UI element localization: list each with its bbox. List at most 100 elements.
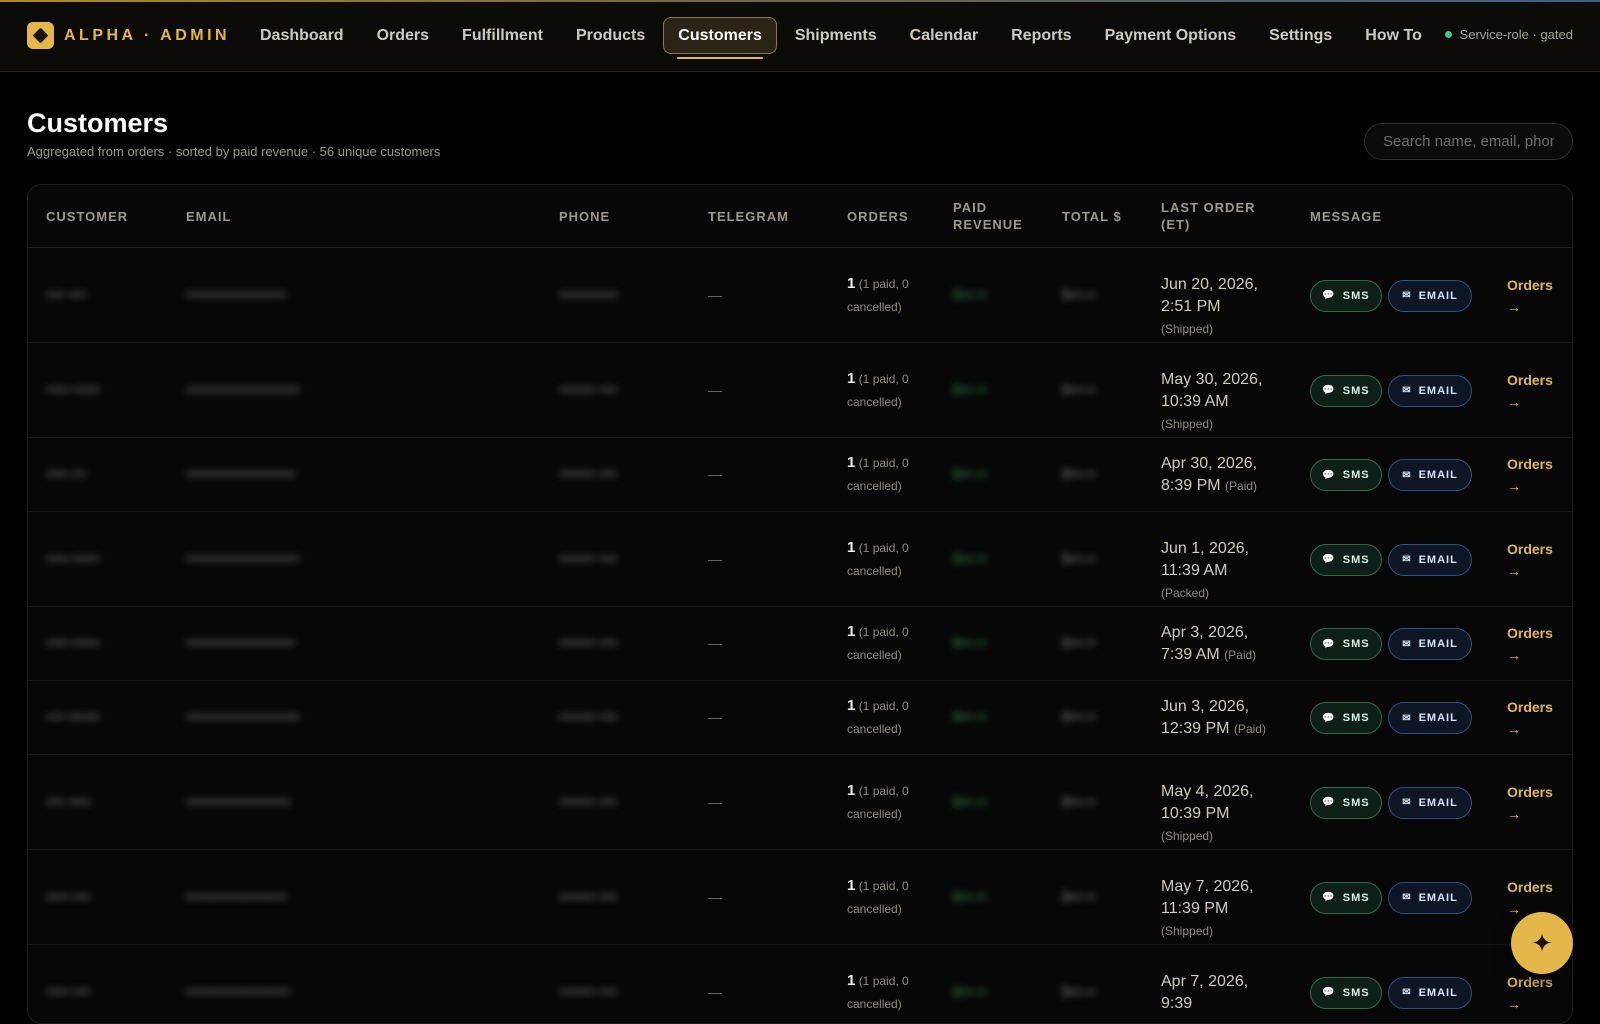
arrow-right-icon: → — [1507, 995, 1521, 1012]
sms-button[interactable]: 💬 SMS — [1310, 374, 1382, 407]
sms-button[interactable]: 💬 SMS — [1310, 543, 1382, 576]
orders-link-label: Orders — [1507, 276, 1553, 293]
column-header-phone[interactable]: PHONE — [559, 208, 610, 225]
sms-button[interactable]: 💬 SMS — [1310, 881, 1382, 914]
email-button[interactable]: ✉ EMAIL — [1388, 628, 1472, 660]
sms-button[interactable]: 💬 SMS — [1310, 976, 1382, 1009]
email-button[interactable]: ✉ EMAIL — [1388, 543, 1472, 576]
column-header-email[interactable]: EMAIL — [186, 208, 231, 225]
column-header-paid-revenue[interactable]: PAID REVENUE — [953, 199, 1033, 233]
email-button[interactable]: ✉ EMAIL — [1388, 702, 1472, 734]
email-button[interactable]: ✉ EMAIL — [1388, 976, 1472, 1009]
email-button[interactable]: ✉ EMAIL — [1388, 279, 1472, 312]
customer-telegram: — — [708, 635, 722, 651]
sms-button[interactable]: 💬 SMS — [1310, 786, 1382, 819]
orders-link[interactable]: Orders → — [1507, 538, 1553, 582]
sms-button[interactable]: 💬 SMS — [1310, 702, 1382, 734]
nav-item-settings[interactable]: Settings — [1254, 17, 1347, 54]
table-row[interactable]: •••• •••• •••••••••••••••••••••• •••••••… — [28, 248, 1572, 343]
orders-summary: 1 (1 paid, 0 cancelled) — [847, 874, 937, 921]
customer-name[interactable]: •••• •••• — [46, 287, 86, 302]
envelope-icon: ✉ — [1402, 712, 1412, 724]
nav-item-how-to[interactable]: How To — [1350, 17, 1437, 54]
customer-name[interactable]: ••••• •••••• — [46, 635, 100, 650]
orders-link[interactable]: Orders → — [1507, 696, 1553, 740]
sms-label: SMS — [1342, 289, 1370, 302]
orders-link[interactable]: Orders → — [1507, 971, 1553, 1015]
orders-link[interactable]: Orders → — [1507, 274, 1553, 318]
envelope-icon: ✉ — [1402, 554, 1412, 565]
sms-label: SMS — [1342, 469, 1370, 481]
customer-telegram: — — [708, 381, 722, 398]
table-row[interactable]: ••••• •••••• ••••••••••••••••••••••••• •… — [28, 343, 1572, 438]
customer-name[interactable]: ••••• •••••• — [46, 551, 100, 566]
column-header-customer[interactable]: CUSTOMER — [46, 208, 128, 225]
sms-button[interactable]: 💬 SMS — [1310, 628, 1382, 660]
envelope-icon: ✉ — [1402, 797, 1412, 808]
nav-item-shipments[interactable]: Shipments — [780, 17, 892, 54]
email-button[interactable]: ✉ EMAIL — [1388, 459, 1472, 491]
customer-email: ••••••••••••••••••••••••• — [186, 550, 300, 566]
arrow-right-icon: → — [1507, 805, 1521, 822]
orders-link[interactable]: Orders → — [1507, 781, 1553, 825]
chat-bubble-icon: 💬 — [1322, 987, 1336, 998]
customer-name[interactable]: ••••• •••• — [46, 984, 91, 999]
column-header-total[interactable]: TOTAL $ — [1062, 208, 1122, 225]
nav-item-dashboard[interactable]: Dashboard — [245, 17, 359, 54]
nav-item-orders[interactable]: Orders — [362, 17, 444, 54]
customer-name[interactable]: •••• ••••••• — [46, 709, 100, 724]
table-row[interactable]: ••••• •••••• ••••••••••••••••••••••••• •… — [28, 512, 1572, 607]
email-button[interactable]: ✉ EMAIL — [1388, 786, 1472, 819]
sms-button[interactable]: 💬 SMS — [1310, 279, 1382, 312]
email-label: EMAIL — [1418, 891, 1458, 904]
paid-revenue: $•••.•• — [953, 286, 987, 302]
last-order-status: (Paid) — [1233, 722, 1266, 736]
brand[interactable]: ALPHA · ADMIN — [27, 22, 230, 49]
table-row[interactable]: ••••• •••••• •••••••••••••••••••••••• ••… — [28, 607, 1572, 681]
table-row[interactable]: ••••• ••• •••••••••••••••••••••••• •••••… — [28, 438, 1572, 512]
orders-link[interactable]: Orders → — [1507, 453, 1553, 497]
orders-count: 1 — [847, 454, 856, 471]
table-row[interactable]: •••• ••••••• ••••••••••••••••••••••••• •… — [28, 681, 1572, 755]
total-amount: $•••.•• — [1062, 286, 1096, 302]
column-header-orders[interactable]: ORDERS — [847, 208, 909, 225]
table-row[interactable]: ••••• •••• •••••••••••••••••••••• ••••••… — [28, 850, 1572, 945]
nav-item-customers[interactable]: Customers — [663, 17, 777, 59]
email-button[interactable]: ✉ EMAIL — [1388, 374, 1472, 407]
customer-name[interactable]: •••• ••••• — [46, 794, 91, 809]
email-button[interactable]: ✉ EMAIL — [1388, 881, 1472, 914]
paid-revenue: $•••.•• — [953, 381, 987, 397]
customer-email: ••••••••••••••••••••••• — [186, 793, 291, 809]
search-input[interactable] — [1364, 123, 1573, 160]
column-header-telegram[interactable]: TELEGRAM — [708, 208, 789, 225]
last-order: May 7, 2026, 11:39 PM (Shipped) — [1161, 876, 1276, 942]
last-order: Apr 3, 2026, 7:39 AM (Paid) — [1161, 622, 1276, 666]
sparkle-icon: ✦ — [1531, 927, 1553, 958]
last-order: Apr 30, 2026, 8:39 PM (Paid) — [1161, 453, 1276, 497]
total-amount: $•••.•• — [1062, 888, 1096, 904]
assistant-fab-button[interactable]: ✦ — [1511, 912, 1573, 974]
orders-link-label: Orders — [1507, 878, 1553, 895]
orders-link[interactable]: Orders → — [1507, 369, 1553, 413]
table-row[interactable]: •••• ••••• ••••••••••••••••••••••• •••••… — [28, 755, 1572, 850]
sms-button[interactable]: 💬 SMS — [1310, 459, 1382, 491]
column-header-last-order[interactable]: LAST ORDER (ET) — [1161, 199, 1271, 233]
service-status-label: Service-role · gated — [1459, 27, 1573, 42]
customer-name[interactable]: ••••• •••• — [46, 889, 91, 904]
orders-count: 1 — [847, 697, 856, 714]
customer-phone: •••••••• •••• — [559, 466, 618, 481]
orders-link-label: Orders — [1507, 783, 1553, 800]
table-header: CUSTOMER EMAIL PHONE TELEGRAM ORDERS PAI… — [28, 185, 1572, 248]
nav-item-calendar[interactable]: Calendar — [895, 17, 993, 54]
nav-item-products[interactable]: Products — [561, 17, 660, 54]
customer-name[interactable]: ••••• •••••• — [46, 382, 100, 397]
table-row[interactable]: ••••• •••• ••••••••••••••••••••••• •••••… — [28, 945, 1572, 1023]
nav-item-payment-options[interactable]: Payment Options — [1090, 17, 1252, 54]
email-label: EMAIL — [1418, 469, 1458, 481]
customer-name[interactable]: ••••• ••• — [46, 466, 86, 481]
nav-item-fulfillment[interactable]: Fulfillment — [447, 17, 558, 54]
orders-link[interactable]: Orders → — [1507, 622, 1553, 666]
envelope-icon: ✉ — [1402, 469, 1412, 481]
last-order-status: (Packed) — [1161, 585, 1210, 600]
nav-item-reports[interactable]: Reports — [996, 17, 1086, 54]
